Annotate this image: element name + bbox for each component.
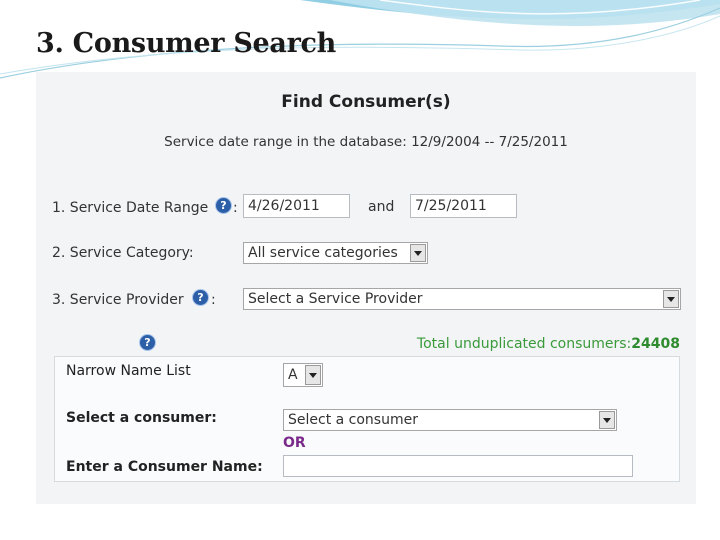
start-date-input[interactable] bbox=[243, 194, 350, 218]
help-icon[interactable]: ? bbox=[216, 198, 231, 213]
narrow-letter-select[interactable]: A bbox=[283, 363, 323, 387]
consumer-name-input[interactable] bbox=[283, 455, 633, 477]
find-consumer-panel: Find Consumer(s) Service date range in t… bbox=[36, 72, 696, 504]
service-category-select[interactable]: All service categories bbox=[243, 242, 428, 264]
total-consumers-label: Total unduplicated consumers:24408 bbox=[417, 336, 680, 352]
help-icon[interactable]: ? bbox=[193, 290, 208, 305]
dropdown-arrow-icon[interactable] bbox=[599, 411, 615, 429]
form-heading: Find Consumer(s) bbox=[281, 92, 451, 112]
service-category-label: 2. Service Category: bbox=[52, 245, 194, 261]
slide-title: 3. Consumer Search bbox=[36, 28, 336, 59]
service-category-value: All service categories bbox=[248, 245, 398, 261]
select-consumer-label: Select a consumer: bbox=[66, 410, 217, 426]
narrow-letter-value: A bbox=[288, 367, 298, 383]
database-date-range-info: Service date range in the database: 12/9… bbox=[164, 134, 568, 150]
and-label: and bbox=[368, 199, 395, 215]
help-icon[interactable]: ? bbox=[140, 335, 155, 350]
service-date-range-label: 1. Service Date Range bbox=[52, 200, 209, 216]
dropdown-arrow-icon[interactable] bbox=[305, 365, 321, 385]
dropdown-arrow-icon[interactable] bbox=[663, 290, 679, 308]
consumer-select[interactable]: Select a consumer bbox=[283, 409, 617, 431]
narrow-name-list-label: Narrow Name List bbox=[66, 363, 191, 379]
dropdown-arrow-icon[interactable] bbox=[410, 244, 426, 262]
total-label-text: Total unduplicated consumers: bbox=[416, 336, 632, 352]
narrow-name-list-section: Narrow Name List A Select a consumer: Se… bbox=[54, 356, 680, 482]
date-range-colon: : bbox=[233, 200, 238, 216]
service-provider-select[interactable]: Select a Service Provider bbox=[243, 288, 681, 310]
consumer-select-value: Select a consumer bbox=[288, 412, 418, 428]
service-provider-value: Select a Service Provider bbox=[248, 291, 423, 307]
service-provider-colon: : bbox=[211, 292, 216, 308]
service-provider-label: 3. Service Provider bbox=[52, 292, 184, 308]
end-date-input[interactable] bbox=[410, 194, 517, 218]
enter-consumer-name-label: Enter a Consumer Name: bbox=[66, 459, 263, 475]
or-label: OR bbox=[283, 435, 306, 451]
total-consumers-count: 24408 bbox=[631, 336, 680, 352]
